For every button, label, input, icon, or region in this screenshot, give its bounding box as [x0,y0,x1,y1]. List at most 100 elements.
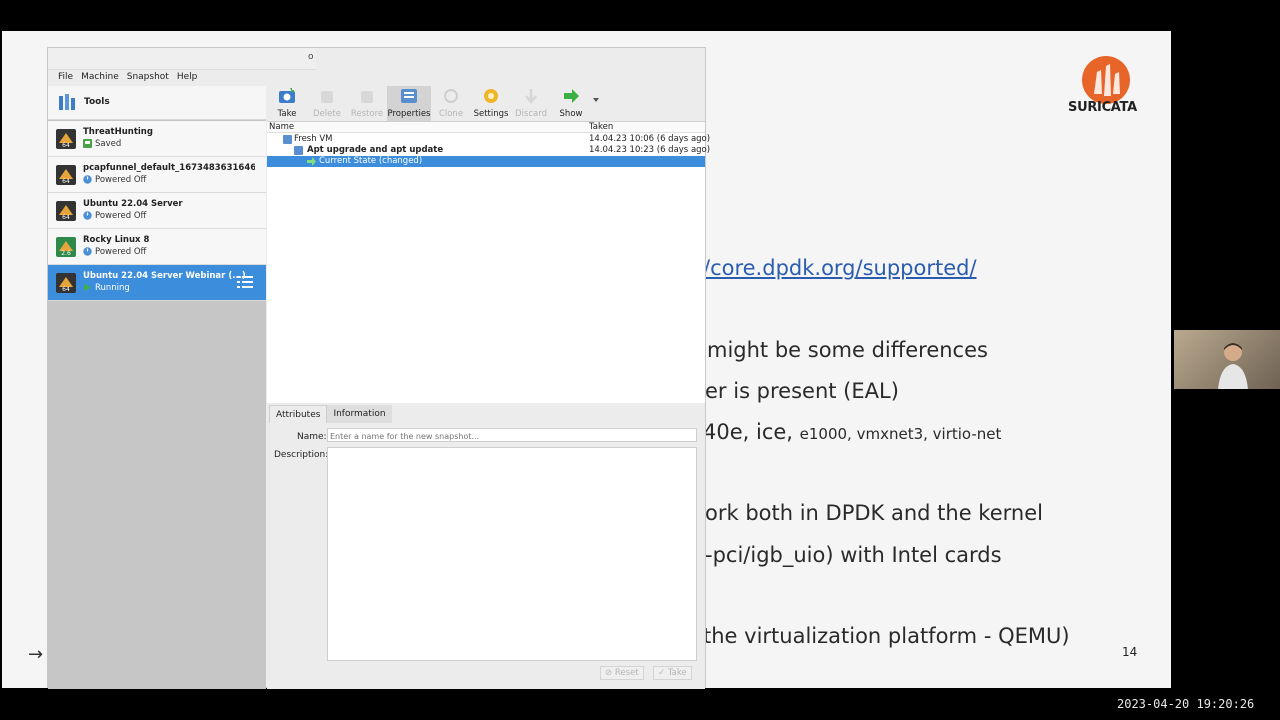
menu-snapshot[interactable]: Snapshot [123,70,173,85]
vm-state: Powered Off [95,211,147,221]
virtualbox-window: o File Machine Snapshot Help Tools 64 Th… [47,47,710,689]
show-dropdown[interactable] [591,86,603,121]
snapshot-details: Attributes Information Name: Description… [267,405,705,689]
slide-line-4: ork both in DPDK and the kernel [705,501,1043,525]
rocky-vm-icon: 2.6 [56,237,76,257]
discard-button[interactable]: Discard [511,86,551,121]
delete-icon [321,91,333,103]
menu-bar: File Machine Snapshot Help [48,70,705,85]
window-titlebar[interactable]: o [48,48,316,70]
show-label: Show [559,109,583,119]
menu-machine[interactable]: Machine [77,70,123,85]
vm-name: ThreatHunting [83,127,153,137]
description-textarea[interactable] [327,447,697,661]
snapshot-row-apt-upgrade[interactable]: Apt upgrade and apt update 14.04.23 10:2… [267,145,710,156]
saved-state-icon [83,139,92,148]
reset-button[interactable]: ⊘ Reset [600,666,644,680]
show-button[interactable]: Show [551,86,591,121]
vm-state: Powered Off [95,247,147,257]
column-name-header[interactable]: Name [269,122,294,132]
snapshot-row-fresh-vm[interactable]: Fresh VM 14.04.23 10:06 (6 days ago) [267,134,710,145]
vm-name: Ubuntu 22.04 Server Webinar (...) [83,271,246,281]
window-control-icon[interactable]: o [308,52,314,62]
slide-line-2: er is present (EAL) [705,379,899,403]
camera-icon [279,88,295,103]
vm-item-pcapfunnel[interactable]: 64 pcapfunnel_default_1673483631646_... … [48,157,266,193]
vm-item-threathunting[interactable]: 64 ThreatHunting Saved [48,121,266,157]
snapshot-icon [283,135,292,144]
slide-line-3-small: e1000, vmxnet3, virtio-net [799,425,1002,443]
powered-off-icon [83,247,92,256]
settings-button[interactable]: Settings [471,86,511,121]
restore-icon [361,91,373,103]
snapshot-name-input[interactable] [327,428,697,442]
powered-off-icon [83,175,92,184]
slide-line-3: 40e, ice, e1000, vmxnet3, virtio-net [703,420,1001,444]
slide-line-1: might be some differences [707,338,988,362]
powered-off-icon [83,211,92,220]
tree-header: Name Taken [267,122,705,133]
linux-vm-icon: 64 [56,165,76,185]
vm-item-rocky-linux[interactable]: 2.6 Rocky Linux 8 Powered Off [48,229,266,265]
slide-link[interactable]: /core.dpdk.org/supported/ [703,256,977,280]
name-label: Name: [297,432,327,442]
clone-button[interactable]: Clone [431,86,471,121]
column-taken-header[interactable]: Taken [589,122,613,132]
svg-text:64: 64 [62,286,70,293]
vm-list-sidebar: Tools 64 ThreatHunting Saved 64 pcapfunn… [48,86,266,689]
reset-icon: ⊘ [605,668,615,678]
vm-state: Running [95,283,130,293]
arrow-icon: → [28,644,44,665]
snapshot-name: Current State (changed) [319,156,423,166]
vm-name: pcapfunnel_default_1673483631646_... [83,163,255,173]
check-icon: ✓ [658,668,668,678]
snapshot-icon [294,146,303,155]
delete-snapshot-button[interactable]: Delete [307,86,347,121]
vm-item-ubuntu-webinar[interactable]: 64 Ubuntu 22.04 Server Webinar (...) Run… [48,265,266,301]
vm-name: Ubuntu 22.04 Server [83,199,183,209]
ubuntu-vm-icon: 64 [56,273,76,293]
slide-page-number: 14 [1122,645,1138,659]
tab-information[interactable]: Information [327,405,392,423]
snapshot-pane: Take Delete Restore Properties Clone Set… [267,86,710,689]
snapshot-name: Apt upgrade and apt update [307,145,444,155]
discard-icon [525,89,537,104]
tools-icon [59,94,75,110]
vm-item-ubuntu-server[interactable]: 64 Ubuntu 22.04 Server Powered Off [48,193,266,229]
vm-name: Rocky Linux 8 [83,235,150,245]
ubuntu-vm-icon: 64 [56,129,76,149]
description-label: Description: [274,450,329,460]
webcam-overlay [1174,330,1280,389]
clone-icon [444,89,458,103]
snapshot-taken: 14.04.23 10:06 (6 days ago) [589,134,711,144]
current-state-arrow-icon [307,157,316,166]
properties-icon [401,89,417,103]
snapshot-toolbar: Take Delete Restore Properties Clone Set… [267,86,705,121]
vm-state: Saved [95,139,122,149]
menu-file[interactable]: File [54,70,77,85]
details-tabs: Attributes Information [269,405,392,423]
svg-text:64: 64 [62,214,70,221]
slide-line-3-main: 40e, ice, [703,420,793,444]
properties-button[interactable]: Properties [387,86,431,121]
snapshot-name: Fresh VM [294,134,333,144]
vm-tools-menu-icon[interactable] [237,275,253,289]
slide-line-6: the virtualization platform - QEMU) [703,624,1070,648]
svg-text:2.6: 2.6 [61,250,71,257]
tab-attributes[interactable]: Attributes [269,405,328,423]
svg-text:64: 64 [62,142,70,149]
snapshot-row-current-state[interactable]: Current State (changed) [267,156,705,167]
restore-snapshot-button[interactable]: Restore [347,86,387,121]
logo-text: SURICATA [1068,100,1137,115]
menu-help[interactable]: Help [173,70,202,85]
reset-label: Reset [614,668,639,678]
snapshot-taken: 14.04.23 10:23 (6 days ago) [589,145,711,155]
take-snapshot-button[interactable]: Take [267,86,307,121]
take-button[interactable]: ✓ Take [653,666,692,680]
gear-icon [484,89,498,103]
take-button-label: Take [667,668,687,678]
properties-label: Properties [387,109,431,119]
tools-item[interactable]: Tools [48,86,266,120]
show-arrow-icon [564,89,579,103]
svg-text:64: 64 [62,178,70,185]
